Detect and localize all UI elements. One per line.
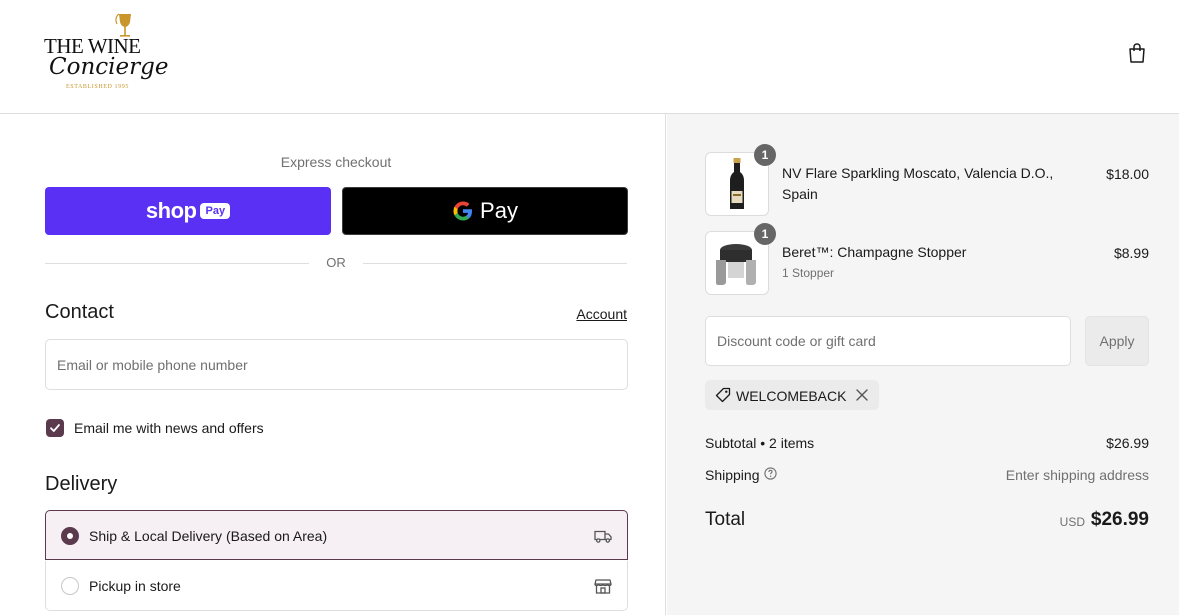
shipping-label: Shipping xyxy=(705,467,760,483)
delivery-option-label: Ship & Local Delivery (Based on Area) xyxy=(89,528,328,544)
email-field[interactable] xyxy=(45,339,628,390)
newsletter-label: Email me with news and offers xyxy=(74,420,264,436)
item-name: NV Flare Sparkling Moscato, Valencia D.O… xyxy=(782,163,1053,205)
shop-pay-button[interactable]: shop Pay xyxy=(45,187,331,235)
discount-code-input[interactable] xyxy=(705,316,1071,366)
item-price: $18.00 xyxy=(1106,166,1149,182)
shop-pay-wordmark: shop xyxy=(145,198,197,223)
brand-logo[interactable]: THE WINE Concierge ESTABLISHED 1995 xyxy=(44,12,168,96)
product-thumbnail: 1 xyxy=(705,223,776,295)
quantity-badge: 1 xyxy=(754,223,776,245)
contact-heading: Contact xyxy=(45,301,114,323)
total-currency: USD xyxy=(1059,515,1085,529)
tag-icon xyxy=(715,387,731,403)
item-name-line2: Spain xyxy=(782,186,818,202)
total-label: Total xyxy=(705,509,746,530)
item-name-line1: NV Flare Sparkling Moscato, Valencia D.O… xyxy=(782,165,1054,181)
divider-line xyxy=(363,263,627,264)
google-pay-label: Pay xyxy=(480,198,518,223)
quantity-badge: 1 xyxy=(754,144,776,166)
account-link[interactable]: Account xyxy=(560,306,627,322)
remove-discount-icon[interactable] xyxy=(855,388,869,402)
newsletter-checkbox[interactable] xyxy=(46,419,64,437)
subtotal-value: $26.99 xyxy=(1106,435,1149,451)
delivery-heading: Delivery xyxy=(45,473,118,495)
shopping-bag-icon[interactable] xyxy=(1127,42,1147,64)
item-variant: 1 Stopper xyxy=(782,266,835,280)
help-circle-icon[interactable] xyxy=(764,467,777,480)
or-divider: OR xyxy=(45,254,627,272)
product-thumbnail: 1 xyxy=(705,144,776,216)
shop-pay-pill: Pay xyxy=(200,203,231,219)
discount-code-label: WELCOMEBACK xyxy=(736,388,847,404)
brand-tagline: ESTABLISHED 1995 xyxy=(66,84,129,90)
checkmark-icon xyxy=(50,424,60,432)
order-summary: 1 NV Flare Sparkling Moscato, Valencia D… xyxy=(667,114,1179,615)
total-value: $26.99 xyxy=(1090,509,1149,530)
header: THE WINE Concierge ESTABLISHED 1995 xyxy=(0,0,1179,114)
google-g-icon xyxy=(453,201,473,221)
shipping-value: Enter shipping address xyxy=(1005,467,1149,483)
google-pay-button[interactable]: Pay xyxy=(342,187,628,235)
item-price: $8.99 xyxy=(1113,245,1149,261)
store-icon xyxy=(594,579,612,594)
express-checkout-label: Express checkout xyxy=(280,154,392,170)
delivery-option-ship[interactable]: Ship & Local Delivery (Based on Area) xyxy=(45,510,628,560)
truck-icon xyxy=(594,530,612,543)
checkout-form: Express checkout shop Pay Pay OR Contact… xyxy=(0,114,666,615)
apply-discount-button[interactable]: Apply xyxy=(1085,316,1149,366)
delivery-option-label: Pickup in store xyxy=(89,578,181,594)
ship-radio[interactable] xyxy=(61,527,79,545)
subtotal-label: Subtotal • 2 items xyxy=(705,435,815,451)
delivery-option-pickup[interactable]: Pickup in store xyxy=(45,561,628,611)
brand-line2: Concierge xyxy=(49,54,169,80)
item-name: Beret™: Champagne Stopper xyxy=(782,244,967,260)
pickup-radio[interactable] xyxy=(61,577,79,595)
applied-discount-tag: WELCOMEBACK xyxy=(705,380,879,410)
